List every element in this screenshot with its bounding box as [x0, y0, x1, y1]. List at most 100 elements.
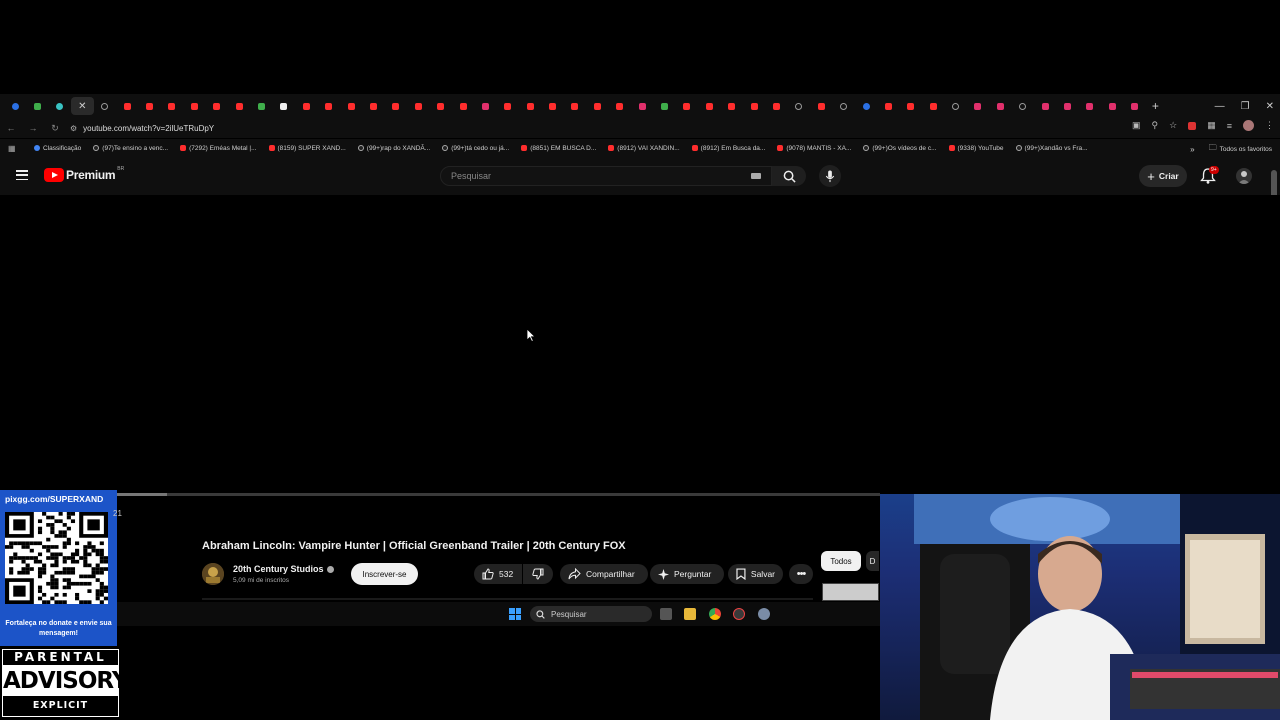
browser-tab[interactable] [810, 97, 832, 115]
account-avatar[interactable] [1236, 168, 1252, 184]
search-input[interactable]: Pesquisar [440, 166, 772, 186]
youtube-logo[interactable]: Premium BR [44, 166, 124, 182]
browser-tab[interactable] [519, 97, 541, 115]
browser-tab[interactable] [250, 97, 272, 115]
keyboard-icon[interactable] [751, 173, 761, 179]
browser-tab[interactable] [653, 97, 675, 115]
browser-tab[interactable] [116, 97, 138, 115]
browser-tab[interactable] [721, 97, 743, 115]
minimize-icon[interactable]: — [1215, 101, 1225, 112]
browser-tab[interactable] [340, 97, 362, 115]
cast-icon[interactable]: ▣ [1132, 120, 1141, 131]
browser-tab[interactable] [541, 97, 563, 115]
windows-start-icon[interactable] [509, 608, 521, 620]
browser-tab[interactable] [1079, 97, 1101, 115]
more-bookmarks-icon[interactable]: » [1190, 145, 1194, 154]
maximize-icon[interactable]: ❐ [1241, 101, 1250, 112]
guide-menu-icon[interactable] [16, 170, 28, 180]
browser-tab[interactable] [385, 97, 407, 115]
browser-tab[interactable] [49, 97, 71, 115]
create-button[interactable]: + Criar [1139, 165, 1187, 187]
bookmark-item[interactable]: (8912) VAI XANDIN... [608, 145, 680, 152]
extensions-puzzle-icon[interactable]: ▦ [1207, 120, 1216, 131]
save-button[interactable]: Salvar [728, 564, 783, 584]
bookmark-item[interactable]: (97)Te ensino a venc... [93, 145, 168, 152]
task-view-icon[interactable] [660, 608, 672, 620]
browser-tab[interactable] [944, 97, 966, 115]
browser-tab[interactable] [855, 97, 877, 115]
subscribe-button[interactable]: Inscrever-se [351, 563, 418, 585]
channel-avatar[interactable] [202, 563, 224, 585]
dislike-button[interactable] [523, 564, 553, 584]
video-progress-bar[interactable] [0, 493, 880, 496]
browser-tab[interactable] [362, 97, 384, 115]
browser-tab[interactable] [138, 97, 160, 115]
browser-tab[interactable] [967, 97, 989, 115]
browser-tab[interactable]: ✕ [71, 97, 94, 115]
bookmark-item[interactable]: (99+)Os vídeos de c... [863, 145, 937, 152]
browser-tab[interactable] [1012, 97, 1034, 115]
like-button[interactable]: 532 [474, 564, 522, 584]
browser-tab[interactable] [94, 97, 116, 115]
browser-tab[interactable] [26, 97, 48, 115]
browser-tab[interactable] [989, 97, 1011, 115]
bookmark-item[interactable]: (9078) MANTIS - XA... [777, 145, 851, 152]
taskbar-search[interactable]: Pesquisar [530, 606, 652, 622]
browser-tab[interactable] [609, 97, 631, 115]
chrome-icon[interactable] [709, 608, 721, 620]
browser-tab[interactable] [1101, 97, 1123, 115]
browser-tab[interactable] [564, 97, 586, 115]
video-player[interactable] [0, 195, 1280, 493]
bookmark-item[interactable]: (9338) YouTube [948, 145, 1004, 152]
site-info-icon[interactable]: ⚙ [70, 124, 77, 133]
app-icon[interactable] [733, 608, 745, 620]
more-actions-button[interactable]: ••• [789, 564, 813, 584]
browser-tab[interactable] [743, 97, 765, 115]
reload-icon[interactable]: ↻ [44, 123, 66, 134]
bookmark-star-icon[interactable]: ☆ [1169, 120, 1177, 131]
back-icon[interactable]: ← [0, 123, 22, 133]
browser-tab[interactable] [765, 97, 787, 115]
profile-avatar[interactable] [1243, 120, 1254, 131]
browser-tab[interactable] [407, 97, 429, 115]
chip-all[interactable]: Todos [821, 551, 861, 571]
browser-tab[interactable] [429, 97, 451, 115]
browser-tab[interactable] [317, 97, 339, 115]
all-bookmarks-folder[interactable]: 🗀 Todos os favoritos [1209, 142, 1272, 156]
reading-list-icon[interactable]: ≡ [1227, 121, 1232, 131]
address-bar[interactable]: ⚙ youtube.com/watch?v=2ilUeTRuDpY [70, 120, 1100, 136]
extension-icon[interactable] [1188, 121, 1197, 130]
browser-tab[interactable] [4, 97, 26, 115]
browser-tab[interactable] [788, 97, 810, 115]
browser-tab[interactable] [1124, 97, 1146, 115]
forward-icon[interactable]: → [22, 123, 44, 133]
search-button[interactable] [772, 166, 806, 186]
bookmark-item[interactable]: Classificação [34, 145, 81, 152]
bookmark-item[interactable]: (99+)rap do XANDÃ... [357, 145, 430, 152]
settings-gear-icon[interactable] [758, 608, 770, 620]
browser-tab[interactable] [676, 97, 698, 115]
browser-tab[interactable] [877, 97, 899, 115]
bookmark-item[interactable]: (8159) SUPER XAND... [268, 145, 346, 152]
browser-tab[interactable] [273, 97, 295, 115]
description-box[interactable] [202, 598, 813, 600]
zoom-icon[interactable]: ⚲ [1152, 120, 1159, 131]
close-tab-icon[interactable]: ✕ [78, 101, 86, 112]
close-window-icon[interactable]: ✕ [1266, 101, 1274, 112]
bookmark-item[interactable]: (99+)Xandão vs Fra... [1015, 145, 1088, 152]
bookmark-item[interactable]: (8851) EM BUSCA D... [521, 145, 596, 152]
bookmark-item[interactable]: (7292) Eméas Metal |... [180, 145, 257, 152]
apps-grid-icon[interactable]: ▦ [8, 144, 22, 153]
share-button[interactable]: Compartilhar [560, 564, 648, 584]
browser-tab[interactable] [452, 97, 474, 115]
channel-name[interactable]: 20th Century Studios [233, 564, 334, 574]
browser-tab[interactable] [497, 97, 519, 115]
browser-tab[interactable] [698, 97, 720, 115]
file-explorer-icon[interactable] [684, 608, 696, 620]
menu-kebab-icon[interactable]: ⋮ [1265, 120, 1274, 131]
browser-tab[interactable] [183, 97, 205, 115]
browser-tab[interactable] [586, 97, 608, 115]
new-tab-icon[interactable]: + [1152, 99, 1159, 113]
browser-tab[interactable] [295, 97, 317, 115]
browser-tab[interactable] [161, 97, 183, 115]
